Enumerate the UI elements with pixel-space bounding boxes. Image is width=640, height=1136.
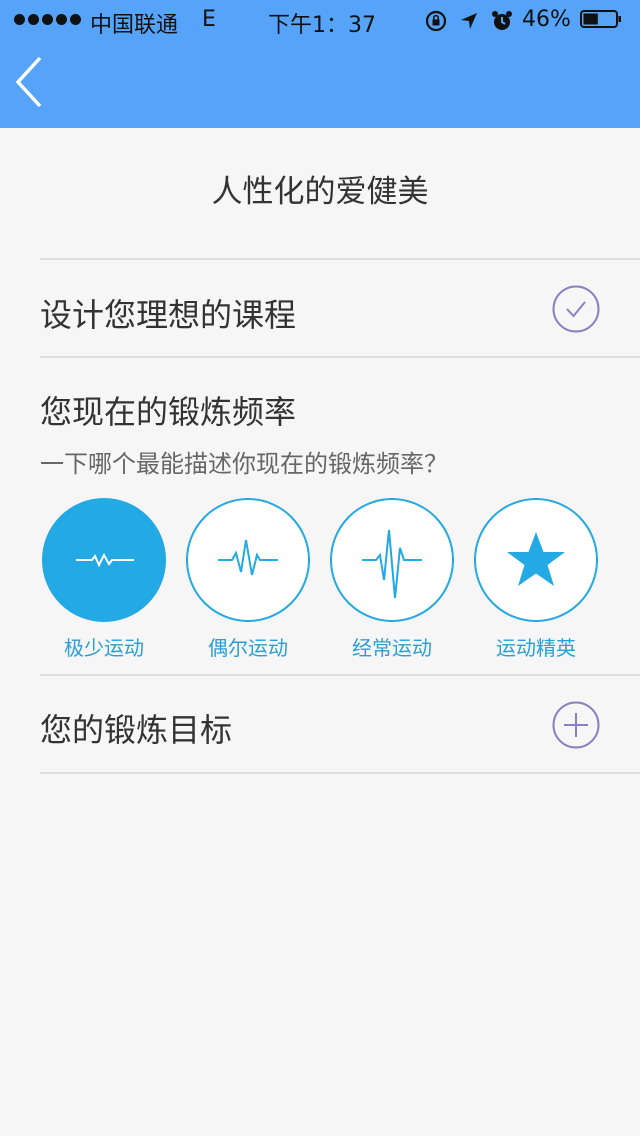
option-label: 偶尔运动 — [208, 636, 288, 660]
option-label: 极少运动 — [64, 636, 144, 660]
status-time: 下午1：37 — [268, 13, 376, 38]
goal-row-label[interactable]: 您的锻炼目标 — [40, 705, 232, 751]
back-button[interactable] — [10, 54, 50, 110]
divider — [40, 356, 640, 358]
rotation-lock-icon — [425, 10, 447, 32]
option-occasional-exercise[interactable]: 偶尔运动 — [186, 498, 310, 661]
add-circle-icon[interactable] — [552, 701, 600, 749]
divider — [40, 674, 640, 676]
frequency-title: 您现在的锻炼频率 — [40, 393, 297, 431]
check-circle-icon[interactable] — [552, 285, 600, 333]
medium-pulse-icon — [218, 539, 278, 576]
location-arrow-icon — [461, 13, 477, 29]
option-rare-exercise[interactable]: 极少运动 — [42, 498, 166, 661]
course-row-label[interactable]: 设计您理想的课程 — [40, 290, 296, 336]
frequency-subtitle: 一下哪个最能描述你现在的锻炼频率？ — [40, 450, 448, 478]
option-frequent-exercise[interactable]: 经常运动 — [330, 498, 454, 661]
alarm-icon — [492, 11, 512, 30]
page-title: 人性化的爱健美 — [211, 174, 429, 210]
carrier-name: 中国联通 — [90, 13, 179, 38]
battery-icon — [580, 10, 621, 28]
navigation-bar — [0, 40, 640, 128]
battery-percentage: 46% — [522, 7, 571, 32]
small-pulse-icon — [76, 552, 134, 568]
chevron-left-icon — [15, 56, 42, 108]
option-elite-exercise[interactable]: 运动精英 — [474, 498, 598, 661]
high-pulse-icon — [362, 529, 422, 599]
status-bar: 中国联通 E 下午1：37 46% — [0, 0, 640, 40]
signal-strength-icon — [14, 14, 81, 25]
option-label: 运动精英 — [496, 636, 576, 660]
network-type: E — [202, 7, 216, 32]
star-icon — [507, 532, 565, 586]
divider — [40, 772, 640, 774]
option-label: 经常运动 — [352, 636, 432, 660]
divider — [40, 258, 640, 260]
